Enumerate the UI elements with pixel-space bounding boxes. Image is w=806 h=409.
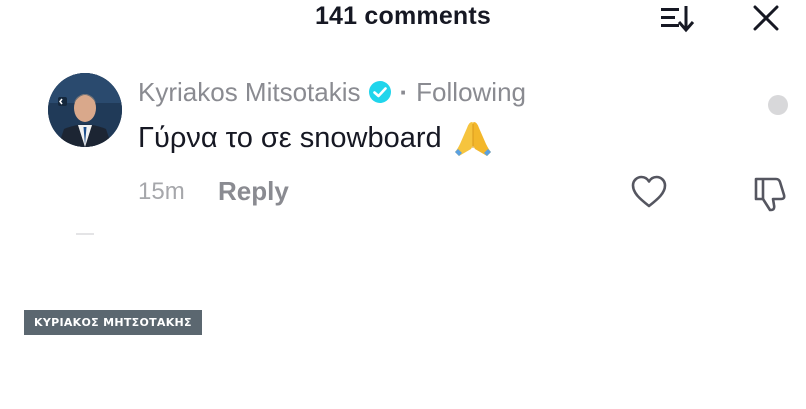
close-icon[interactable] <box>752 4 780 32</box>
side-indicator-dot <box>768 95 788 115</box>
separator-dot: · <box>399 76 409 107</box>
reply-button[interactable]: Reply <box>218 176 289 207</box>
thumbs-down-icon[interactable] <box>752 173 788 213</box>
verified-badge-icon <box>368 81 391 103</box>
folded-hands-icon <box>454 122 491 156</box>
comment-body: Γύρνα το σε snowboard <box>138 118 494 158</box>
comments-header: 141 comments <box>0 0 806 40</box>
next-comment-divider <box>76 233 94 235</box>
comment-meta: 15m Reply <box>138 176 289 207</box>
avatar[interactable] <box>48 73 122 147</box>
sort-descending-icon[interactable] <box>659 3 695 33</box>
comment-author-row: Kyriakos Mitsotakis · Following <box>138 76 526 108</box>
author-name[interactable]: Kyriakos Mitsotakis <box>138 77 361 108</box>
comment-timestamp: 15m <box>138 177 185 205</box>
caption-label: ΚΥΡΙΑΚΟΣ ΜΗΤΣΟΤΑΚΗΣ <box>24 310 202 335</box>
heart-icon[interactable] <box>630 174 668 210</box>
following-label: Following <box>416 76 526 107</box>
avatar-portrait-icon <box>48 73 122 147</box>
comment-text: Γύρνα το σε snowboard <box>138 121 442 154</box>
